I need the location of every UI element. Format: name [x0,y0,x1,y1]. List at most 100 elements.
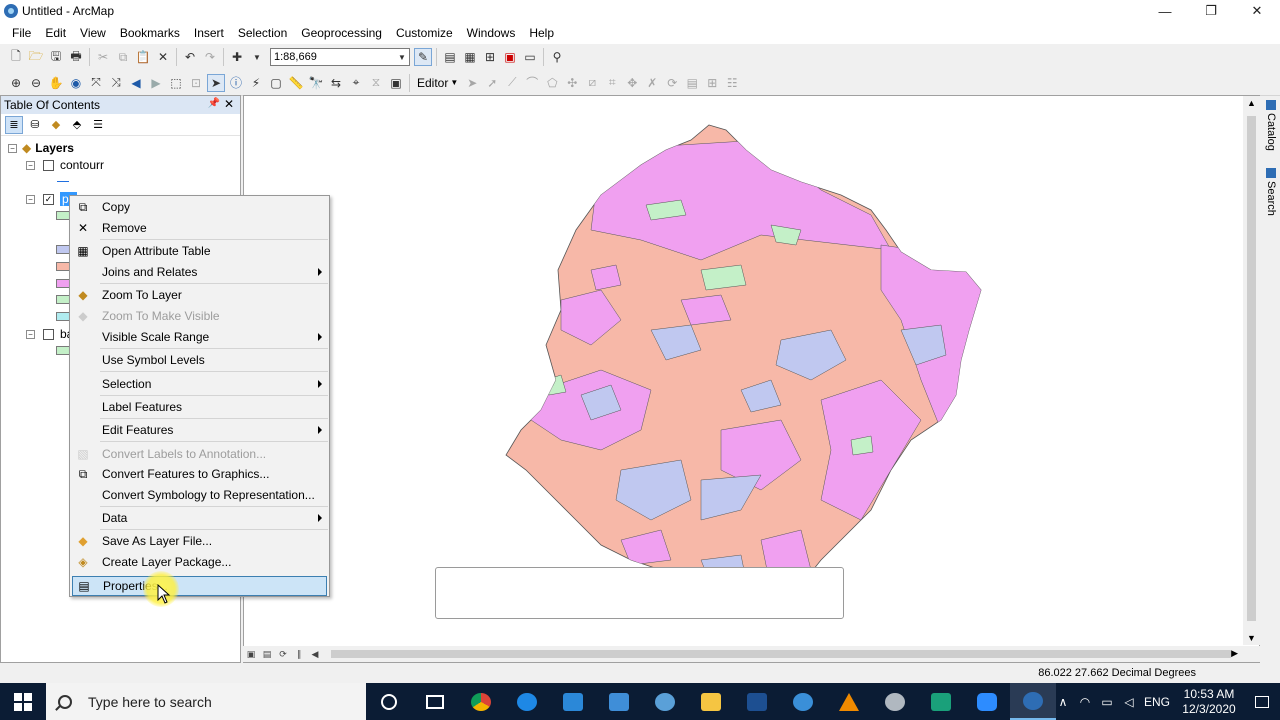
time-slider-icon[interactable]: ⧖ [367,74,385,92]
new-document-icon[interactable]: 🗋 [7,48,25,66]
menu-item-copy[interactable]: ⧉ Copy [72,197,327,217]
taskbar-app-green[interactable] [918,683,964,720]
trace-icon[interactable]: ⬠ [543,74,561,92]
cut-polygons-icon[interactable]: ✥ [623,74,641,92]
add-data-icon[interactable]: ✚ [228,48,246,66]
catalog-window-icon[interactable]: ▦ [461,48,479,66]
horizontal-scroll-thumb[interactable] [331,650,1231,658]
menu-help[interactable]: Help [522,22,561,44]
map-scale-combobox[interactable]: 1:88,669 ▼ [270,48,410,66]
close-icon[interactable]: ✕ [224,97,234,111]
taskbar-arcmap[interactable] [1010,683,1056,720]
menu-item-create-layer-package[interactable]: ◈ Create Layer Package... [72,552,327,572]
end-point-arc-icon[interactable]: ⌒ [523,74,541,92]
notification-button[interactable] [1244,695,1280,708]
list-by-selection-icon[interactable]: ⬘ [68,116,86,134]
rotate-icon[interactable]: ⟳ [663,74,681,92]
layout-view-icon[interactable]: ▤ [259,647,275,661]
legend-swatch[interactable] [56,312,70,321]
taskbar-vlc[interactable] [826,683,872,720]
start-button[interactable] [0,683,46,720]
taskbar-edge[interactable] [504,683,550,720]
taskbar-app-sphere[interactable] [872,683,918,720]
zoom-in-icon[interactable]: ⊕ [7,74,25,92]
pan-icon[interactable]: ✋ [47,74,65,92]
legend-swatch[interactable] [56,346,70,355]
layer-row-contourr[interactable]: − contourr [26,157,104,173]
menu-item-convert-symbology[interactable]: Convert Symbology to Representation... [72,485,327,505]
language-indicator[interactable]: ENG [1140,695,1174,709]
legend-swatch[interactable] [56,279,70,288]
python-window-icon[interactable]: ▭ [521,48,539,66]
arctoolbox-icon[interactable]: ▣ [501,48,519,66]
taskbar-zoom[interactable] [964,683,1010,720]
menu-item-convert-labels[interactable]: ▧ Convert Labels to Annotation... [72,444,327,464]
menu-insert[interactable]: Insert [187,22,231,44]
volume-icon[interactable]: ◁ [1118,695,1140,709]
fixed-zoom-out-icon[interactable]: ⤨ [107,74,125,92]
toc-window-icon[interactable]: ▤ [441,48,459,66]
clock[interactable]: 10:53 AM 12/3/2020 [1174,687,1244,717]
find-route-icon[interactable]: ⇆ [327,74,345,92]
point-icon[interactable]: ✣ [563,74,581,92]
layers-root-row[interactable]: − ◆ Layers [8,140,74,156]
identify-icon[interactable]: ⓘ [227,74,245,92]
search-tab[interactable]: Search [1263,166,1279,224]
minimize-button[interactable]: — [1142,0,1188,22]
options-icon[interactable]: ☰ [89,116,107,134]
menu-item-visible-scale-range[interactable]: Visible Scale Range [72,327,327,347]
legend-swatch[interactable] [56,211,70,220]
html-popup-icon[interactable]: ▢ [267,74,285,92]
map-graphic-box[interactable] [435,567,844,619]
scroll-down-icon[interactable]: ▼ [1247,633,1256,643]
reshape-icon[interactable]: ⌗ [603,74,621,92]
catalog-tab[interactable]: Catalog [1263,98,1279,160]
menu-item-selection[interactable]: Selection [72,374,327,394]
select-elements-icon[interactable]: ➤ [207,73,225,92]
layer-visibility-checkbox[interactable] [43,159,54,171]
paste-icon[interactable]: 📋 [134,48,152,66]
legend-swatch[interactable] [56,295,70,304]
create-viewer-icon[interactable]: ▣ [387,74,405,92]
menu-item-zoom-to-make-visible[interactable]: ◆ Zoom To Make Visible [72,306,327,326]
clear-selection-icon[interactable]: ⊡ [187,74,205,92]
vertical-scroll-thumb[interactable] [1247,116,1256,621]
layer-visibility-checkbox[interactable]: ✓ [43,193,54,205]
back-extent-icon[interactable]: ◀ [127,74,145,92]
scroll-up-icon[interactable]: ▲ [1247,98,1256,108]
list-by-source-icon[interactable]: ⛁ [26,116,44,134]
scroll-left-icon[interactable]: ◀ [307,647,323,661]
menu-item-convert-features-graphics[interactable]: ⧉ Convert Features to Graphics... [72,464,327,484]
menu-item-zoom-to-layer[interactable]: ◆ Zoom To Layer [72,285,327,305]
menu-item-data[interactable]: Data [72,508,327,528]
pause-drawing-icon[interactable]: ∥ [291,647,307,661]
horizontal-scrollbar[interactable]: ▣ ▤ ⟳ ∥ ◀ ▶ [243,646,1260,662]
modelbuilder-icon[interactable]: ⚲ [548,48,566,66]
layer-row-ba[interactable]: − ba [26,326,73,342]
task-view-button[interactable] [412,683,458,720]
open-icon[interactable]: 🗁 [27,48,45,66]
legend-swatch[interactable] [56,245,70,254]
menu-geoprocessing[interactable]: Geoprocessing [294,22,389,44]
menu-item-open-attribute-table[interactable]: ▦ Open Attribute Table [72,241,327,261]
chevron-down-icon[interactable]: ▼ [395,49,409,65]
edit-vertices-icon[interactable]: ⧄ [583,74,601,92]
menu-item-properties[interactable]: ▤ Properties... [72,576,327,596]
create-features-icon[interactable]: ☷ [723,74,741,92]
collapse-icon[interactable]: − [26,194,35,204]
vertical-scrollbar[interactable]: ▲ ▼ [1243,96,1260,645]
zoom-out-icon[interactable]: ⊖ [27,74,45,92]
taskbar-media[interactable] [734,683,780,720]
chevron-up-icon[interactable]: ∧ [1052,695,1074,709]
data-view-icon[interactable]: ▣ [243,647,259,661]
delete-icon[interactable]: ✕ [154,48,172,66]
edit-annotation-icon[interactable]: ➚ [483,74,501,92]
print-icon[interactable]: 🖶 [67,48,85,66]
list-by-drawing-order-icon[interactable]: ≣ [5,115,23,134]
menu-item-joins-relates[interactable]: Joins and Relates [72,262,327,282]
map-canvas[interactable] [244,96,1259,646]
collapse-icon[interactable]: − [26,329,35,339]
straight-segment-icon[interactable]: ⟋ [503,74,521,92]
menu-customize[interactable]: Customize [389,22,460,44]
measure-icon[interactable]: 📏 [287,74,305,92]
